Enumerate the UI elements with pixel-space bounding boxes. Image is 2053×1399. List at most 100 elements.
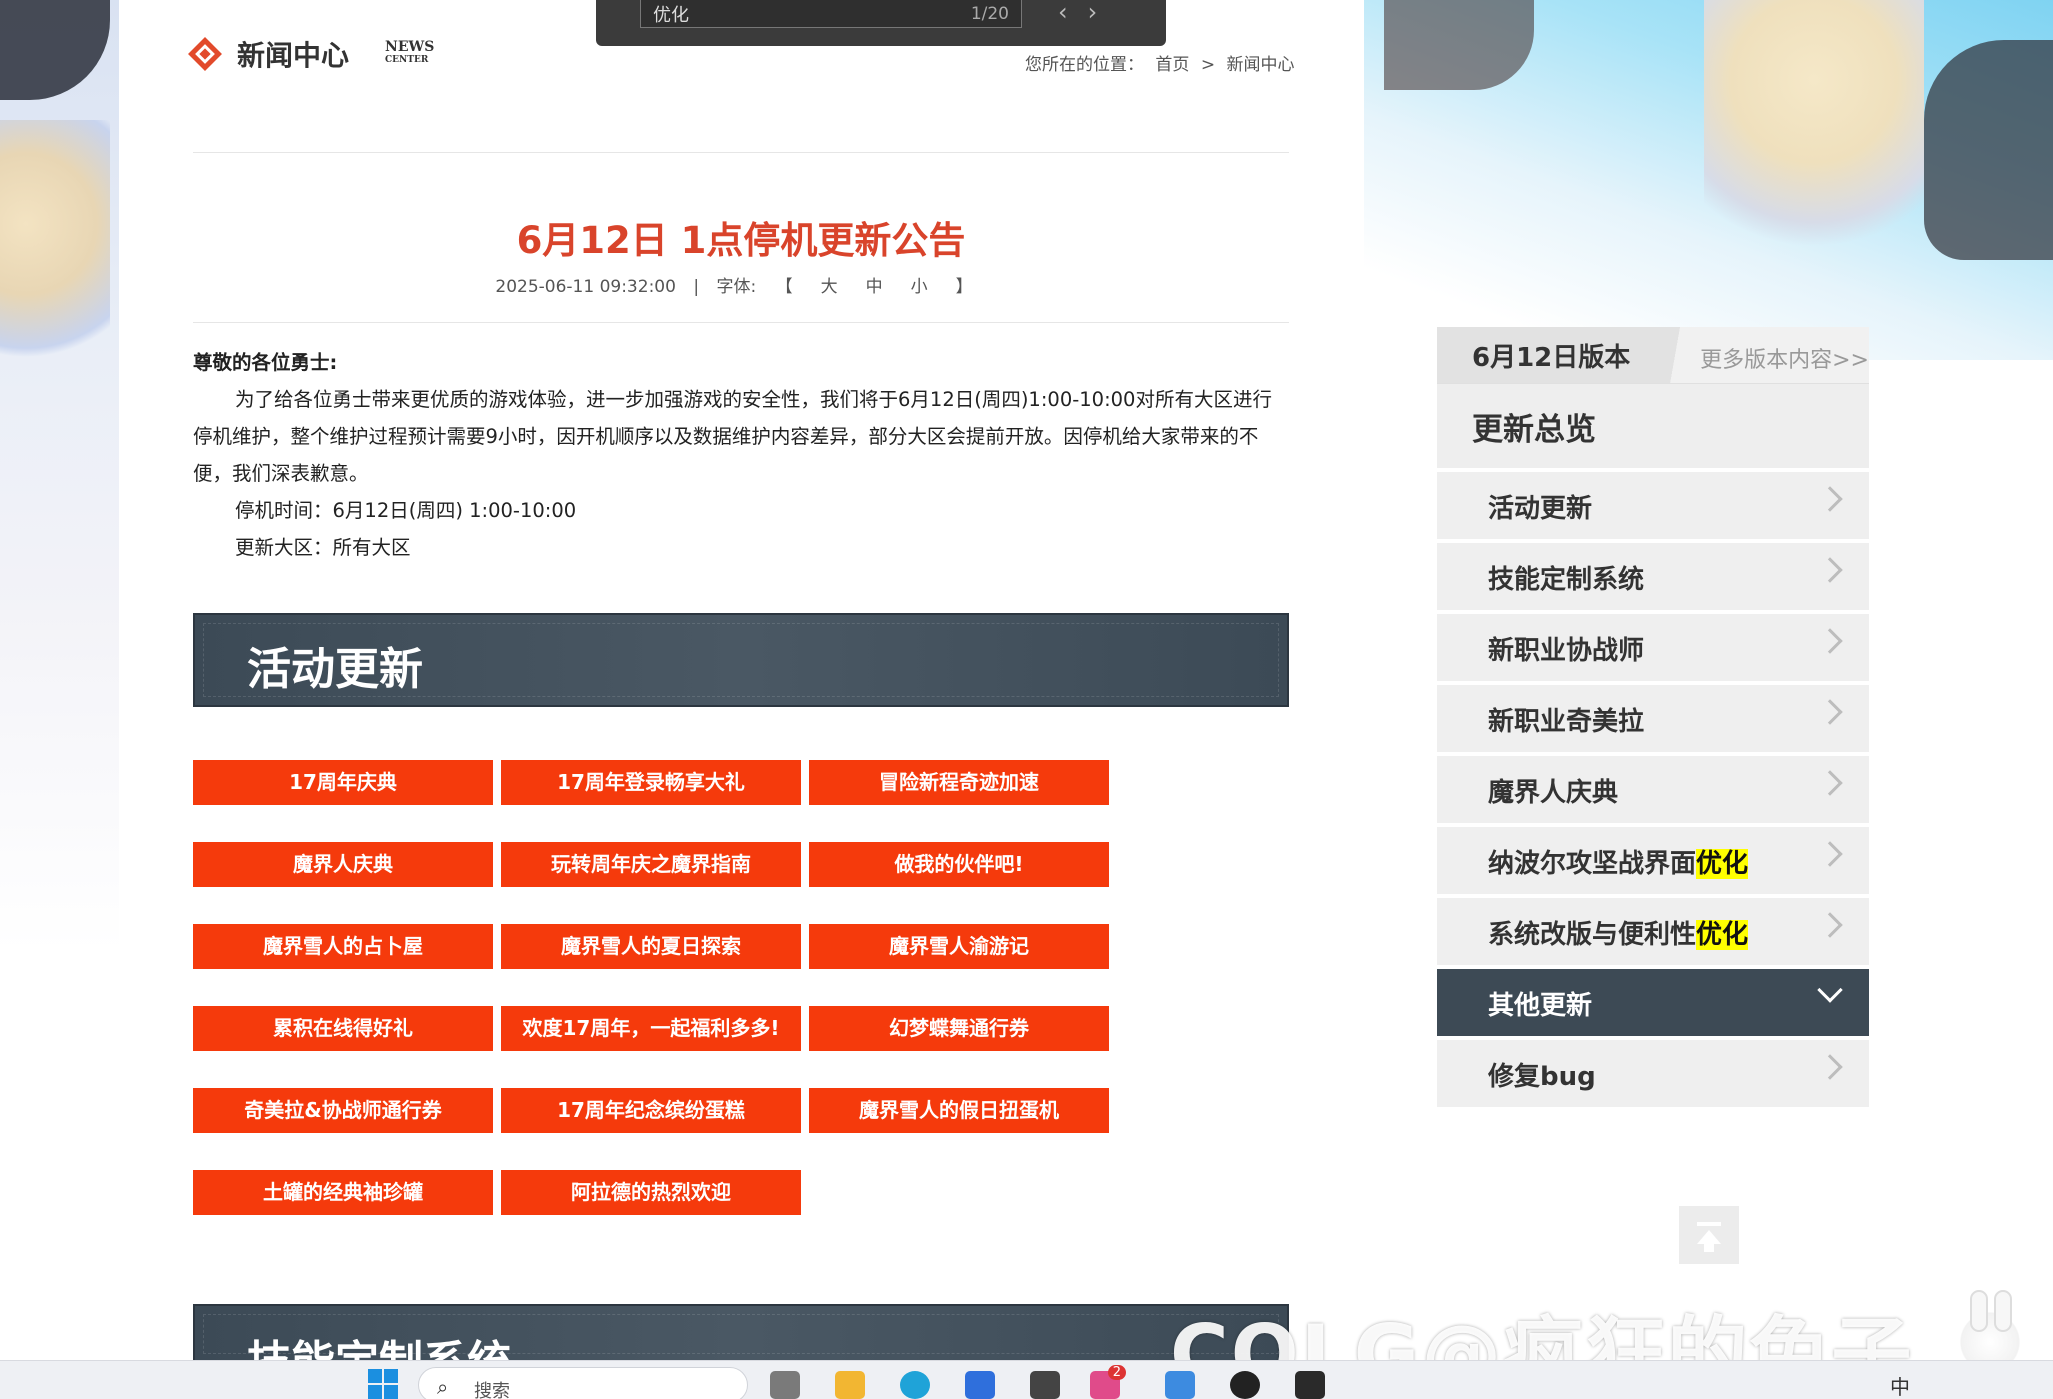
sidebar-item-label: 技能定制系统 bbox=[1488, 559, 1644, 596]
news-center-logo[interactable]: 新闻中心 NEWS CENTER bbox=[188, 34, 435, 74]
activity-button[interactable]: 奇美拉&协战师通行券 bbox=[193, 1088, 493, 1133]
ime-indicator[interactable]: 中 bbox=[1890, 1371, 1910, 1399]
sidebar-item[interactable]: 新职业奇美拉 bbox=[1437, 685, 1869, 752]
back-to-top-button[interactable] bbox=[1679, 1206, 1739, 1264]
section-banner-skill: 技能定制系统 bbox=[193, 1304, 1289, 1364]
chevron-right-icon bbox=[1817, 841, 1843, 867]
sidebar-overview-label: 更新总览 bbox=[1472, 412, 1596, 448]
find-query: 优化 bbox=[653, 4, 689, 26]
background-art-left bbox=[0, 0, 119, 1360]
activity-button[interactable]: 欢度17周年，一起福利多多! bbox=[501, 1006, 801, 1051]
sidebar-item-label: 其他更新 bbox=[1488, 985, 1592, 1022]
sidebar-item[interactable]: 新职业协战师 bbox=[1437, 614, 1869, 681]
activity-button[interactable]: 魔界雪人的夏日探索 bbox=[501, 924, 801, 969]
activity-button[interactable]: 冒险新程奇迹加速 bbox=[809, 760, 1109, 805]
section-title: 技能定制系统 bbox=[247, 1337, 511, 1364]
section-title: 活动更新 bbox=[247, 644, 423, 695]
find-next-button[interactable]: › bbox=[1088, 0, 1118, 26]
app-icon[interactable] bbox=[1030, 1371, 1060, 1399]
chevron-right-icon bbox=[1817, 699, 1843, 725]
activity-button[interactable]: 魔界雪人的假日扭蛋机 bbox=[809, 1088, 1109, 1133]
sidebar-items: 活动更新 技能定制系统 新职业协战师 新职业奇美拉 魔界人庆典 纳波尔攻坚战界面优化 系统改… bbox=[1437, 472, 1869, 1107]
character-art bbox=[1704, 0, 1924, 290]
activity-button[interactable]: 做我的伙伴吧! bbox=[809, 842, 1109, 887]
sidebar-item[interactable]: 活动更新 bbox=[1437, 472, 1869, 539]
sidebar-item[interactable]: 纳波尔攻坚战界面优化 bbox=[1437, 827, 1869, 894]
file-explorer-icon[interactable] bbox=[835, 1371, 865, 1399]
app-icon[interactable]: 2 bbox=[1090, 1365, 1126, 1399]
find-nav: ‹› bbox=[1058, 0, 1117, 26]
sidebar-item[interactable]: 其他更新 bbox=[1437, 969, 1869, 1036]
sidebar-version: 6月12日版本 bbox=[1472, 343, 1631, 373]
sidebar-header: 6月12日版本 更多版本内容>> bbox=[1437, 327, 1869, 383]
qq-icon[interactable] bbox=[1230, 1371, 1260, 1399]
font-size-large-button[interactable]: 大 bbox=[821, 277, 838, 297]
sidebar-item-label: 新职业奇美拉 bbox=[1488, 701, 1644, 738]
logo-en-line1: NEWS bbox=[385, 39, 435, 55]
activity-button[interactable]: 幻梦蝶舞通行券 bbox=[809, 1006, 1109, 1051]
sidebar-item-label: 新职业协战师 bbox=[1488, 630, 1644, 667]
font-bracket-open: 【 bbox=[775, 277, 793, 297]
activity-button[interactable]: 魔界雪人的占卜屋 bbox=[193, 924, 493, 969]
diamond-logo-icon bbox=[188, 37, 222, 71]
sidebar-overview[interactable]: 更新总览 bbox=[1437, 383, 1869, 468]
edge-browser-icon[interactable] bbox=[900, 1371, 930, 1399]
section-banner-activity: 活动更新 bbox=[193, 613, 1289, 707]
find-input[interactable]: 优化 1/20 bbox=[640, 0, 1022, 28]
activity-button[interactable]: 17周年登录畅享大礼 bbox=[501, 760, 801, 805]
find-highlight: 优化 bbox=[1696, 849, 1749, 879]
notification-badge: 2 bbox=[1107, 1365, 1126, 1380]
version-sidebar: 6月12日版本 更多版本内容>> 更新总览 活动更新技能定制系统新职业协战师新职… bbox=[1437, 327, 1869, 1107]
font-size-small-button[interactable]: 小 bbox=[911, 277, 928, 297]
sidebar-item-text: 其他更新 bbox=[1488, 991, 1593, 1021]
chevron-right-icon bbox=[1817, 1054, 1843, 1080]
sidebar-item-text: 技能定制系统 bbox=[1488, 565, 1645, 595]
logo-en: NEWS CENTER bbox=[385, 39, 435, 67]
sidebar-item[interactable]: 魔界人庆典 bbox=[1437, 756, 1869, 823]
activity-button[interactable]: 土罐的经典袖珍罐 bbox=[193, 1170, 493, 1215]
app-icon[interactable] bbox=[1165, 1371, 1195, 1399]
divider bbox=[193, 152, 1289, 153]
breadcrumb-home-link[interactable]: 首页 bbox=[1155, 55, 1189, 75]
article-meta: 2025-06-11 09:32:00 | 字体: 【 大 中 小 】 bbox=[193, 272, 1289, 297]
sidebar-item-text: 修复bug bbox=[1488, 1062, 1596, 1092]
logo-text: 新闻中心 bbox=[237, 39, 350, 72]
chevron-right-icon bbox=[1817, 486, 1843, 512]
article-downtime: 停机时间：6月12日(周四) 1:00-10:00 bbox=[235, 499, 577, 522]
activity-button[interactable]: 17周年纪念缤纷蛋糕 bbox=[501, 1088, 801, 1133]
find-bar: 优化 1/20 ‹› bbox=[596, 0, 1166, 46]
sidebar-item-text: 系统改版与便利性 bbox=[1488, 920, 1697, 950]
activity-button[interactable]: 玩转周年庆之魔界指南 bbox=[501, 842, 801, 887]
meta-separator: | bbox=[693, 277, 700, 297]
sidebar-item[interactable]: 系统改版与便利性优化 bbox=[1437, 898, 1869, 965]
article-paragraph: 为了给各位勇士带来更优质的游戏体验，进一步加强游戏的安全性，我们将于6月12日(… bbox=[193, 388, 1272, 485]
windows-start-icon[interactable] bbox=[368, 1369, 398, 1399]
sidebar-item-label: 系统改版与便利性优化 bbox=[1488, 914, 1749, 951]
article-datetime: 2025-06-11 09:32:00 bbox=[495, 277, 676, 297]
sidebar-item-label: 修复bug bbox=[1488, 1056, 1596, 1093]
activity-button[interactable]: 17周年庆典 bbox=[193, 760, 493, 805]
font-size-medium-button[interactable]: 中 bbox=[866, 277, 883, 297]
activity-button[interactable]: 魔界雪人渝游记 bbox=[809, 924, 1109, 969]
find-match-count: 1/20 bbox=[970, 3, 1009, 24]
sidebar-item[interactable]: 修复bug bbox=[1437, 1040, 1869, 1107]
sidebar-item-label: 活动更新 bbox=[1488, 488, 1592, 525]
activity-button[interactable]: 累积在线得好礼 bbox=[193, 1006, 493, 1051]
breadcrumb-current-link[interactable]: 新闻中心 bbox=[1226, 55, 1294, 75]
sidebar-item-text: 魔界人庆典 bbox=[1488, 778, 1619, 808]
sidebar-item-label: 纳波尔攻坚战界面优化 bbox=[1488, 843, 1749, 880]
more-versions-link[interactable]: 更多版本内容>> bbox=[1700, 342, 1869, 374]
breadcrumb-separator: > bbox=[1200, 55, 1216, 75]
taskbar-search[interactable]: ⌕ 搜索 bbox=[418, 1367, 748, 1399]
find-prev-button[interactable]: ‹ bbox=[1058, 0, 1088, 26]
task-view-icon[interactable] bbox=[770, 1371, 800, 1399]
article-regions: 更新大区：所有大区 bbox=[235, 536, 411, 559]
sidebar-item-text: 新职业奇美拉 bbox=[1488, 707, 1645, 737]
app-icon[interactable] bbox=[1295, 1371, 1325, 1399]
activity-button[interactable]: 魔界人庆典 bbox=[193, 842, 493, 887]
sidebar-item[interactable]: 技能定制系统 bbox=[1437, 543, 1869, 610]
chevron-right-icon bbox=[1817, 912, 1843, 938]
activity-button[interactable]: 阿拉德的热烈欢迎 bbox=[501, 1170, 801, 1215]
store-icon[interactable] bbox=[965, 1371, 995, 1399]
chevron-right-icon bbox=[1817, 770, 1843, 796]
